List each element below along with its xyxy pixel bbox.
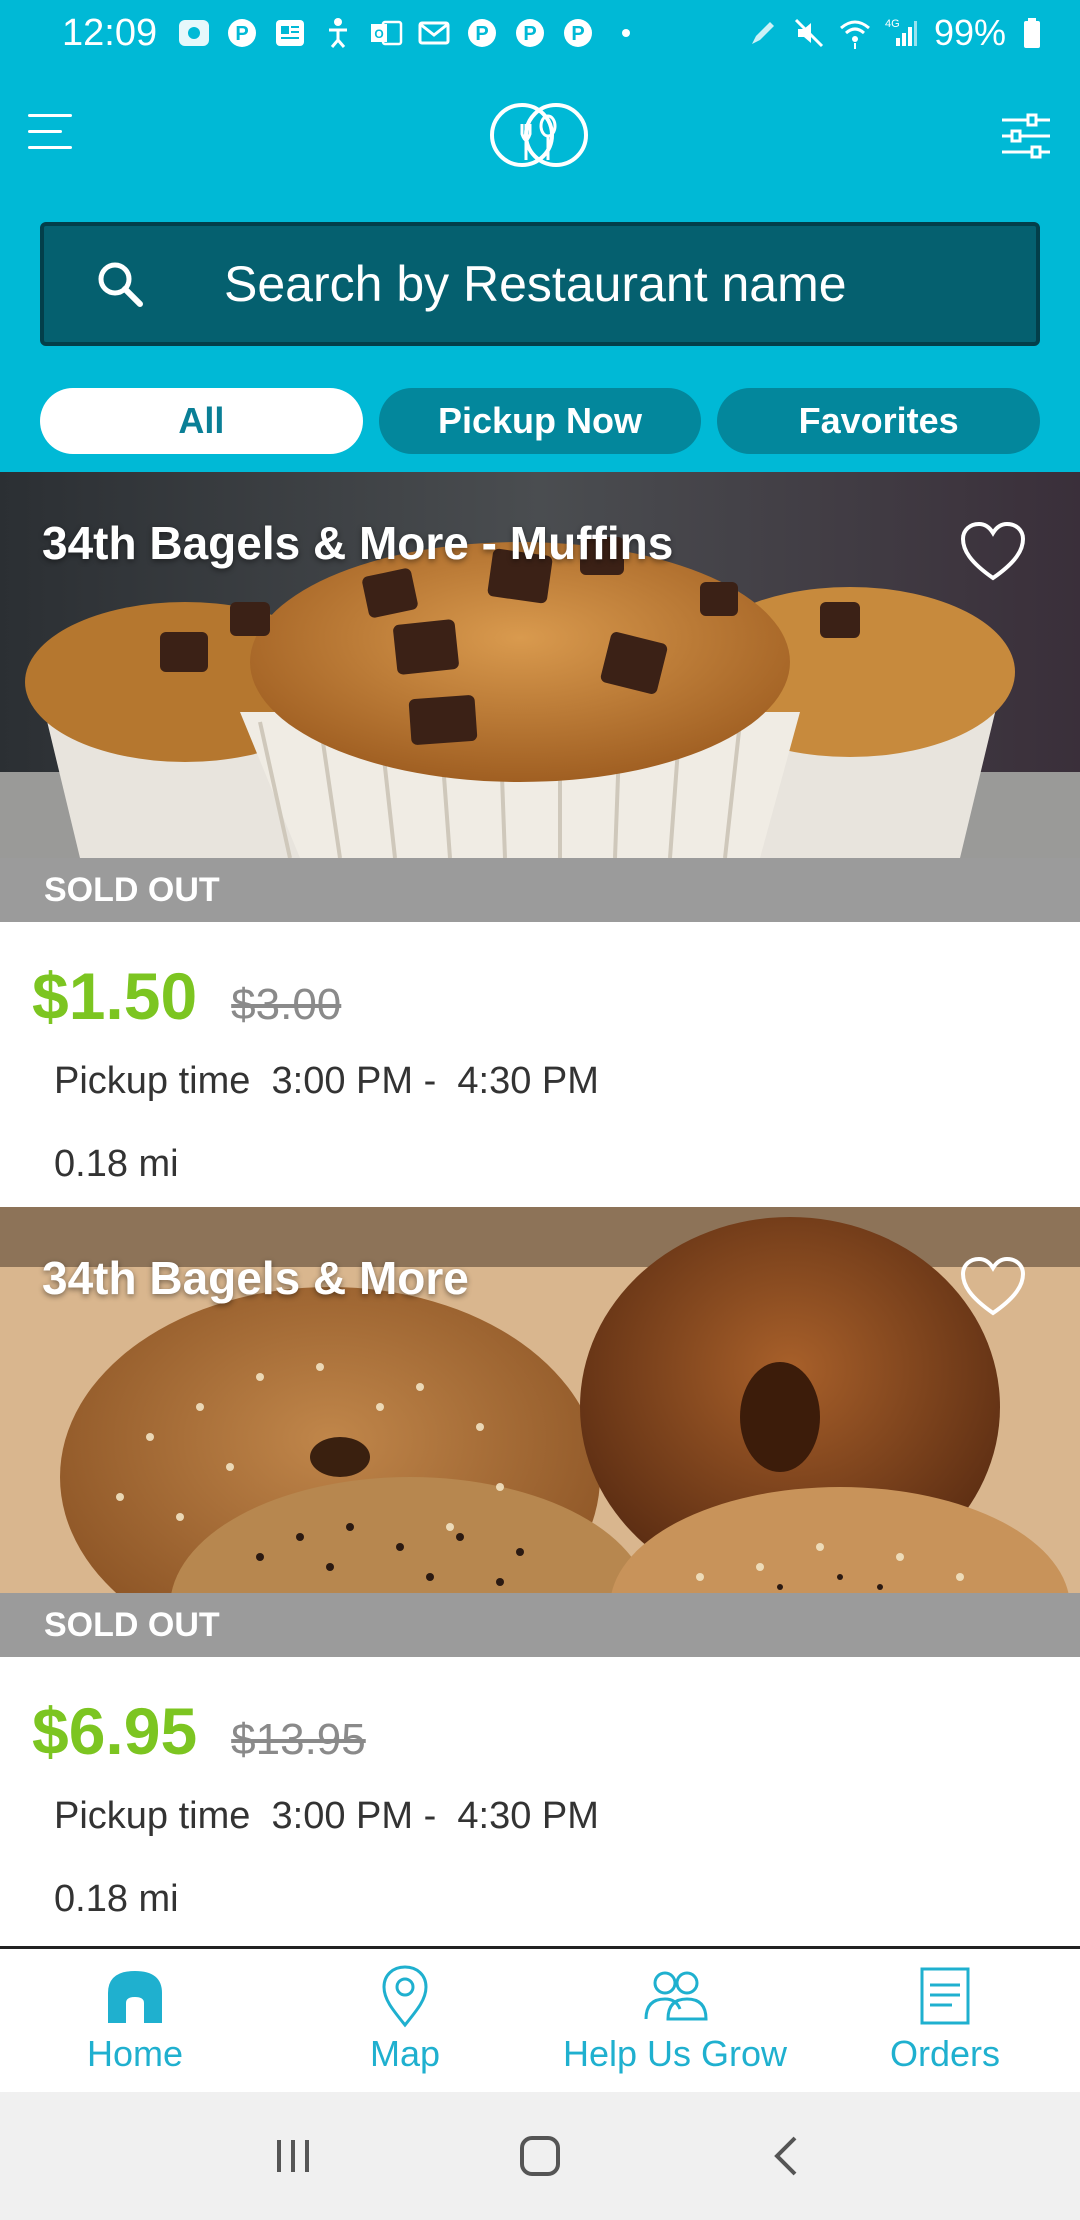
- sold-out-badge: SOLD OUT: [0, 1593, 1080, 1657]
- price-row: $6.95 $13.95: [0, 1693, 1080, 1769]
- original-price: $13.95: [231, 1715, 366, 1764]
- pinterest-icon: P: [561, 16, 595, 50]
- signal-icon: 4G: [884, 16, 918, 50]
- pickup-label: Pickup time: [54, 1060, 251, 1102]
- receipt-icon: [920, 1967, 970, 2025]
- original-price: $3.00: [231, 980, 342, 1029]
- favorite-heart-icon[interactable]: [960, 522, 1026, 582]
- sold-out-badge: SOLD OUT: [0, 858, 1080, 922]
- menu-line-icon: [28, 114, 72, 117]
- status-time: 12:09: [62, 11, 158, 54]
- tab-all[interactable]: All: [40, 388, 363, 454]
- app-logo-icon: [490, 103, 588, 167]
- pinterest-icon: P: [465, 16, 499, 50]
- hamburger-menu-button[interactable]: [28, 114, 78, 158]
- home-icon: [108, 1971, 162, 2023]
- people-icon: [644, 1971, 708, 2021]
- wifi-icon: [838, 16, 872, 50]
- favorite-heart-icon[interactable]: [960, 1257, 1026, 1317]
- more-notifications-dot-icon: [609, 16, 643, 50]
- nav-orders-label: Orders: [889, 2033, 1001, 2074]
- listing-photo: 34th Bagels & More - Muffins: [0, 472, 1080, 858]
- menu-line-icon: [28, 146, 72, 149]
- svg-text:P: P: [571, 23, 584, 45]
- status-bar: 12:09 P O P P P 4G 99%: [0, 0, 1080, 66]
- map-pin-icon: [382, 1965, 428, 2028]
- distance: 0.18 mi: [54, 1143, 179, 1185]
- bottom-navigation: Home Map Help Us Grow Orders: [0, 1946, 1080, 2092]
- search-icon: [98, 262, 143, 307]
- pinterest-icon: P: [225, 16, 259, 50]
- recent-apps-icon[interactable]: [267, 2130, 319, 2182]
- discount-price: $1.50: [32, 959, 198, 1033]
- nav-orders[interactable]: Orders: [810, 1949, 1080, 2092]
- filter-tabs: All Pickup Now Favorites: [40, 388, 1041, 454]
- nav-help-us-grow[interactable]: Help Us Grow: [540, 1949, 810, 2092]
- distance: 0.18 mi: [54, 1878, 179, 1920]
- restaurant-name: 34th Bagels & More - Muffins: [42, 517, 674, 569]
- tab-pickup-now[interactable]: Pickup Now: [378, 388, 702, 454]
- pen-icon: [746, 16, 780, 50]
- outlook-icon: O: [369, 16, 403, 50]
- pickup-label: Pickup time: [54, 1795, 251, 1837]
- battery-percentage: 99%: [933, 12, 1006, 53]
- notification-icons: P O P P P: [177, 16, 643, 50]
- pickup-window: 3:00 PM - 4:30 PM: [271, 1060, 599, 1102]
- listing-photo: 34th Bagels & More: [0, 1207, 1080, 1593]
- battery-icon: [1018, 16, 1052, 50]
- accessibility-icon: [321, 16, 355, 50]
- menu-line-icon: [28, 130, 62, 133]
- app-header: All Pickup Now Favorites: [0, 66, 1080, 472]
- restaurant-name: 34th Bagels & More: [42, 1252, 469, 1304]
- svg-text:4G: 4G: [885, 18, 900, 30]
- ring-app-icon: [177, 16, 211, 50]
- search-input[interactable]: [224, 255, 984, 313]
- discount-price: $6.95: [32, 1694, 198, 1768]
- home-button-icon[interactable]: [514, 2130, 566, 2182]
- svg-text:P: P: [235, 23, 248, 45]
- svg-text:P: P: [475, 23, 488, 45]
- price-row: $1.50 $3.00: [0, 958, 1080, 1034]
- listing-card[interactable]: 34th Bagels & More - Muffins SOLD OUT $1…: [0, 472, 1080, 1207]
- system-navigation-bar: [0, 2092, 1080, 2220]
- nav-help-us-grow-label: Help Us Grow: [562, 2033, 788, 2074]
- nav-home-label: Home: [86, 2033, 184, 2074]
- back-icon[interactable]: [761, 2130, 813, 2182]
- restaurant-list[interactable]: 34th Bagels & More - Muffins SOLD OUT $1…: [0, 472, 1080, 1946]
- pickup-time: Pickup time 3:00 PM - 4:30 PM: [0, 1060, 1080, 1103]
- mute-icon: [792, 16, 826, 50]
- gmail-icon: [417, 16, 451, 50]
- restaurant-search-bar[interactable]: [40, 222, 1040, 346]
- svg-text:P: P: [523, 23, 536, 45]
- tab-favorites[interactable]: Favorites: [717, 388, 1041, 454]
- pinterest-icon: P: [513, 16, 547, 50]
- pickup-window: 3:00 PM - 4:30 PM: [271, 1795, 599, 1837]
- svg-text:O: O: [374, 27, 383, 41]
- nav-map-label: Map: [369, 2033, 441, 2074]
- news-icon: [273, 16, 307, 50]
- nav-map[interactable]: Map: [270, 1949, 540, 2092]
- system-status-icons: 4G 99%: [746, 12, 1052, 54]
- listing-card[interactable]: 34th Bagels & More SOLD OUT $6.95 $13.95…: [0, 1207, 1080, 1942]
- filter-settings-button[interactable]: [1000, 110, 1052, 162]
- pickup-time: Pickup time 3:00 PM - 4:30 PM: [0, 1795, 1080, 1838]
- nav-home[interactable]: Home: [0, 1949, 270, 2092]
